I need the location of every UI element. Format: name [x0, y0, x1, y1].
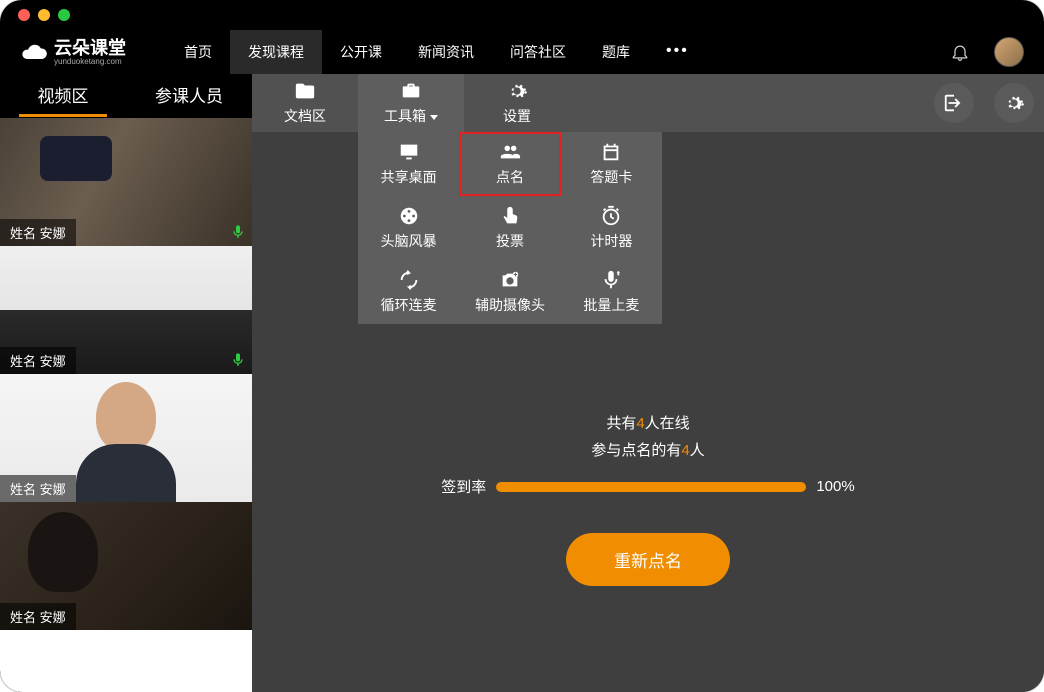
maximize-dot[interactable]: [58, 9, 70, 21]
top-nav: 云朵课堂 yunduoketang.com 首页 发现课程 公开课 新闻资讯 问…: [0, 30, 1044, 74]
video-list: 姓名 安娜 姓名 安娜 姓名 安娜 姓名 安娜: [0, 118, 252, 692]
dd-vote[interactable]: 投票: [459, 196, 560, 260]
restart-rollcall-button[interactable]: 重新点名: [566, 533, 730, 586]
nav-news[interactable]: 新闻资讯: [400, 30, 492, 74]
dd-rollcall[interactable]: 点名: [459, 132, 560, 196]
settings-round-button[interactable]: [994, 83, 1034, 123]
film-reel-icon: [398, 205, 420, 227]
video-cell[interactable]: [0, 630, 252, 692]
monitor-share-icon: [398, 141, 420, 163]
gear-icon: [506, 80, 528, 102]
calendar-icon: [600, 141, 622, 163]
nav-qa[interactable]: 问答社区: [492, 30, 584, 74]
online-count: 共有4人在线: [606, 412, 689, 433]
toolbar-toolbox[interactable]: 工具箱: [358, 74, 464, 132]
toolbar: 文档区 工具箱 设置: [252, 74, 1044, 132]
toolbar-settings[interactable]: 设置: [464, 74, 570, 132]
video-cell[interactable]: 姓名 安娜: [0, 246, 252, 374]
nav-discover[interactable]: 发现课程: [230, 30, 322, 74]
close-dot[interactable]: [18, 9, 30, 21]
toolbox-dropdown: 共享桌面 点名 答题卡 头脑风暴 投票: [358, 132, 662, 324]
touch-icon: [499, 205, 521, 227]
mic-up-icon: [600, 269, 622, 291]
logo-subtext: yunduoketang.com: [54, 57, 126, 66]
dd-brainstorm[interactable]: 头脑风暴: [358, 196, 459, 260]
chevron-down-icon: [430, 115, 438, 120]
clock-icon: [600, 205, 622, 227]
tab-video[interactable]: 视频区: [0, 74, 126, 115]
progress-bar: [496, 482, 806, 492]
dd-batch-mic[interactable]: 批量上麦: [561, 260, 662, 324]
camera-plus-icon: [499, 269, 521, 291]
video-cell[interactable]: 姓名 安娜: [0, 374, 252, 502]
bell-icon[interactable]: [950, 42, 970, 62]
exit-icon: [943, 92, 965, 114]
mic-icon: [230, 352, 246, 368]
briefcase-icon: [400, 80, 422, 102]
cloud-icon: [20, 38, 48, 66]
dd-share-desktop[interactable]: 共享桌面: [358, 132, 459, 196]
people-icon: [499, 141, 521, 163]
main-content: 文档区 工具箱 设置: [252, 74, 1044, 692]
nav-more[interactable]: •••: [648, 30, 707, 74]
gear-icon: [1003, 92, 1025, 114]
dd-timer[interactable]: 计时器: [561, 196, 662, 260]
exit-button[interactable]: [934, 83, 974, 123]
loop-icon: [398, 269, 420, 291]
logo-text: 云朵课堂: [54, 39, 126, 57]
participated-count: 参与点名的有4人: [591, 439, 704, 460]
toolbar-doc[interactable]: 文档区: [252, 74, 358, 132]
nav-bank[interactable]: 题库: [584, 30, 648, 74]
mic-icon: [230, 224, 246, 240]
dd-answer-card[interactable]: 答题卡: [561, 132, 662, 196]
user-avatar[interactable]: [994, 37, 1024, 67]
tab-attendees[interactable]: 参课人员: [126, 74, 252, 115]
dd-aux-camera[interactable]: 辅助摄像头: [459, 260, 560, 324]
checkin-rate: 签到率 100%: [441, 476, 854, 497]
logo[interactable]: 云朵课堂 yunduoketang.com: [20, 38, 126, 66]
video-cell[interactable]: 姓名 安娜: [0, 502, 252, 630]
nav-public[interactable]: 公开课: [322, 30, 400, 74]
sidebar: 视频区 参课人员 姓名 安娜 姓名 安娜 姓名 安娜 姓名 安娜: [0, 74, 252, 692]
minimize-dot[interactable]: [38, 9, 50, 21]
folder-icon: [294, 80, 316, 102]
window-titlebar: [0, 0, 1044, 30]
dd-loop-mic[interactable]: 循环连麦: [358, 260, 459, 324]
nav-home[interactable]: 首页: [166, 30, 230, 74]
video-cell[interactable]: 姓名 安娜: [0, 118, 252, 246]
